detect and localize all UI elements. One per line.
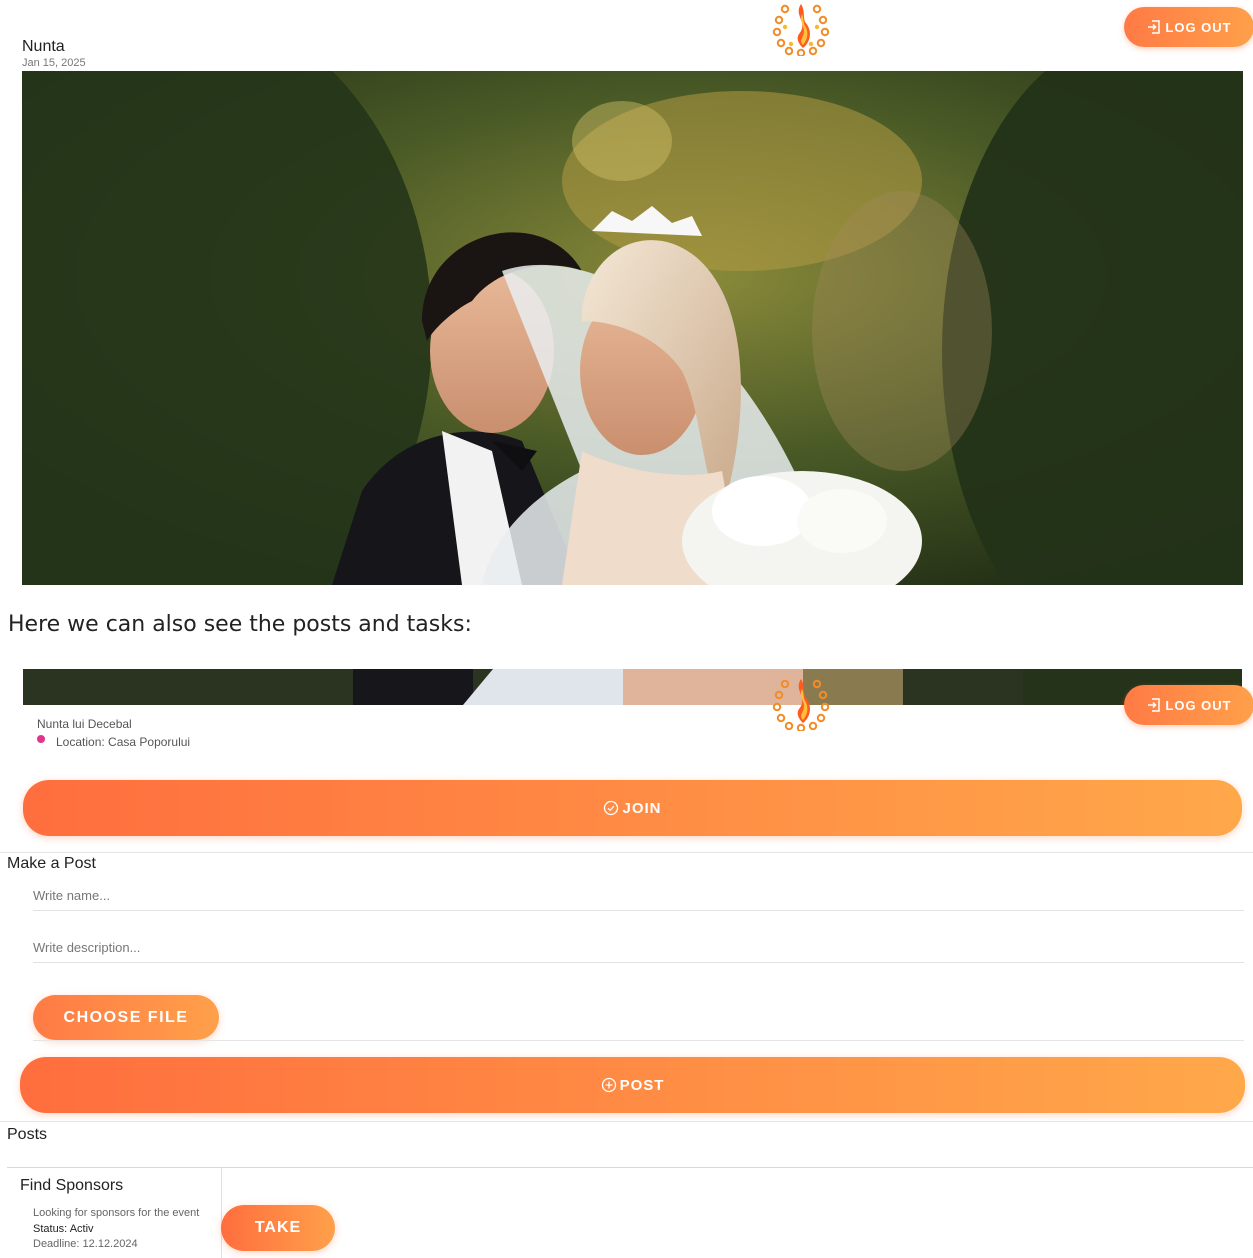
event-date: Jan 15, 2025: [22, 57, 86, 69]
join-button[interactable]: JOIN: [23, 780, 1242, 836]
divider: [0, 852, 1253, 853]
event-location-text: Location: Casa Poporului: [56, 735, 191, 749]
logout-icon: [1148, 698, 1161, 712]
event-cover-photo-strip: [23, 669, 1242, 705]
post-description-input[interactable]: [33, 933, 1244, 963]
event-name: Nunta lui Decebal: [37, 717, 132, 731]
post-name-input[interactable]: [33, 881, 1244, 911]
check-circle-icon: [604, 800, 619, 816]
task-description: Looking for sponsors for the event: [33, 1207, 200, 1219]
plus-circle-icon: [601, 1077, 616, 1093]
task-card: Find Sponsors Looking for sponsors for t…: [8, 1168, 222, 1258]
divider: [0, 1121, 1253, 1122]
event-location: Location: Casa Poporului: [37, 735, 190, 749]
post-label: POST: [619, 1076, 665, 1094]
logout-label: LOG OUT: [1165, 19, 1232, 35]
post-button[interactable]: POST: [20, 1057, 1245, 1113]
event-title: Nunta: [22, 38, 65, 55]
event-cover-photo: [22, 71, 1243, 585]
task-status: Status: Activ: [33, 1223, 94, 1235]
logout-icon: [1148, 20, 1161, 34]
location-pin-icon: [37, 735, 45, 743]
logout-button[interactable]: LOG OUT: [1124, 685, 1253, 725]
take-task-button[interactable]: TAKE: [221, 1205, 335, 1251]
logout-button[interactable]: LOG OUT: [1124, 7, 1253, 47]
divider: [33, 1040, 1244, 1041]
task-deadline: Deadline: 12.12.2024: [33, 1238, 138, 1250]
join-label: JOIN: [622, 799, 662, 817]
logout-label: LOG OUT: [1165, 697, 1232, 713]
flame-logo-icon[interactable]: [771, 0, 831, 56]
event-detail-screenshot: LOG OUT Nunta Jan 15, 2025: [0, 0, 1253, 590]
caption-text: Here we can also see the posts and tasks…: [8, 612, 472, 637]
posts-title: Posts: [7, 1126, 48, 1143]
task-title: Find Sponsors: [20, 1177, 124, 1194]
choose-file-button[interactable]: CHOOSE FILE: [33, 995, 219, 1040]
flame-logo-icon[interactable]: [771, 675, 831, 731]
make-post-title: Make a Post: [7, 855, 96, 872]
